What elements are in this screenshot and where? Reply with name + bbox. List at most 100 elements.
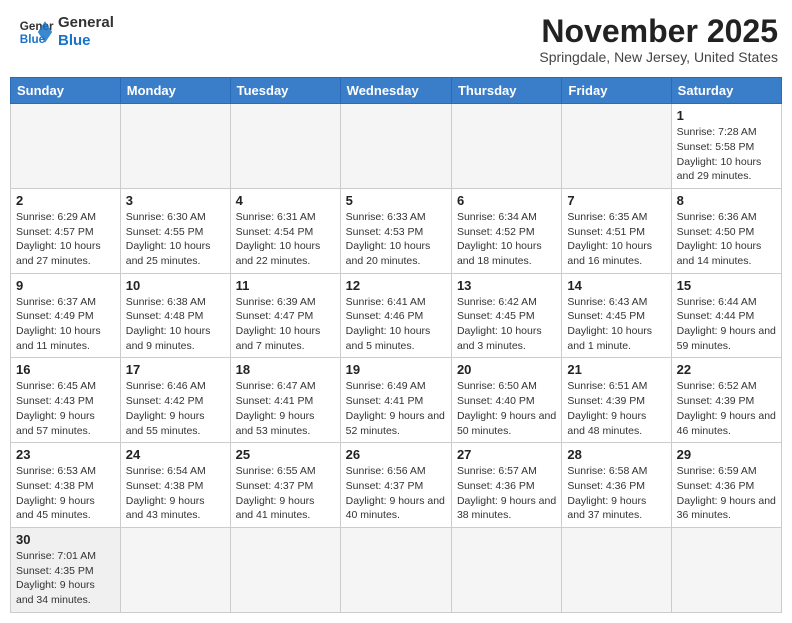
day-info: Sunrise: 6:39 AM Sunset: 4:47 PM Dayligh…	[236, 295, 335, 354]
day-number: 23	[16, 447, 115, 462]
calendar-cell: 10 Sunrise: 6:38 AM Sunset: 4:48 PM Dayli…	[120, 273, 230, 358]
calendar-cell: 15Sunrise: 6:44 AM Sunset: 4:44 PM Dayli…	[671, 273, 781, 358]
day-number: 15	[677, 278, 776, 293]
day-info: Sunrise: 6:54 AM Sunset: 4:38 PM Dayligh…	[126, 464, 225, 523]
calendar-cell	[340, 104, 451, 189]
calendar-cell: 2 Sunrise: 6:29 AM Sunset: 4:57 PM Daylig…	[11, 188, 121, 273]
day-info: Sunrise: 6:59 AM Sunset: 4:36 PM Dayligh…	[677, 464, 776, 523]
day-info: Sunrise: 6:30 AM Sunset: 4:55 PM Dayligh…	[126, 210, 225, 269]
calendar-cell: 1Sunrise: 7:28 AM Sunset: 5:58 PM Daylig…	[671, 104, 781, 189]
day-info: Sunrise: 6:29 AM Sunset: 4:57 PM Dayligh…	[16, 210, 115, 269]
day-number: 8	[677, 193, 776, 208]
calendar-cell: 18Sunrise: 6:47 AM Sunset: 4:41 PM Dayli…	[230, 358, 340, 443]
logo-icon: General Blue	[18, 14, 54, 50]
calendar-cell	[562, 104, 671, 189]
day-number: 10	[126, 278, 225, 293]
day-info: Sunrise: 6:38 AM Sunset: 4:48 PM Dayligh…	[126, 295, 225, 354]
calendar-cell: 7 Sunrise: 6:35 AM Sunset: 4:51 PM Daylig…	[562, 188, 671, 273]
calendar-cell: 20Sunrise: 6:50 AM Sunset: 4:40 PM Dayli…	[451, 358, 561, 443]
day-number: 13	[457, 278, 556, 293]
month-title: November 2025	[539, 14, 778, 49]
calendar-week-row: 9Sunrise: 6:37 AM Sunset: 4:49 PM Daylig…	[11, 273, 782, 358]
day-number: 12	[346, 278, 446, 293]
calendar-cell	[340, 527, 451, 612]
day-info: Sunrise: 6:37 AM Sunset: 4:49 PM Dayligh…	[16, 295, 115, 354]
day-number: 6	[457, 193, 556, 208]
day-number: 5	[346, 193, 446, 208]
calendar-cell: 6 Sunrise: 6:34 AM Sunset: 4:52 PM Daylig…	[451, 188, 561, 273]
weekday-header-tuesday: Tuesday	[230, 78, 340, 104]
calendar-cell: 16 Sunrise: 6:45 AM Sunset: 4:43 PM Dayli…	[11, 358, 121, 443]
calendar-cell: 14 Sunrise: 6:43 AM Sunset: 4:45 PM Dayli…	[562, 273, 671, 358]
day-number: 14	[567, 278, 665, 293]
day-info: Sunrise: 6:45 AM Sunset: 4:43 PM Dayligh…	[16, 379, 115, 438]
day-info: Sunrise: 6:36 AM Sunset: 4:50 PM Dayligh…	[677, 210, 776, 269]
calendar-cell	[562, 527, 671, 612]
logo: General Blue General Blue	[18, 14, 114, 50]
day-info: Sunrise: 6:34 AM Sunset: 4:52 PM Dayligh…	[457, 210, 556, 269]
day-info: Sunrise: 6:42 AM Sunset: 4:45 PM Dayligh…	[457, 295, 556, 354]
day-number: 11	[236, 278, 335, 293]
day-number: 29	[677, 447, 776, 462]
day-number: 2	[16, 193, 115, 208]
calendar-cell: 17 Sunrise: 6:46 AM Sunset: 4:42 PM Dayli…	[120, 358, 230, 443]
day-number: 18	[236, 362, 335, 377]
day-number: 25	[236, 447, 335, 462]
day-number: 16	[16, 362, 115, 377]
day-info: Sunrise: 6:52 AM Sunset: 4:39 PM Dayligh…	[677, 379, 776, 438]
logo-general: General	[58, 14, 114, 32]
weekday-header-sunday: Sunday	[11, 78, 121, 104]
day-info: Sunrise: 6:46 AM Sunset: 4:42 PM Dayligh…	[126, 379, 225, 438]
day-number: 26	[346, 447, 446, 462]
calendar-cell: 11 Sunrise: 6:39 AM Sunset: 4:47 PM Dayli…	[230, 273, 340, 358]
day-info: Sunrise: 6:49 AM Sunset: 4:41 PM Dayligh…	[346, 379, 446, 438]
calendar-week-row: 2 Sunrise: 6:29 AM Sunset: 4:57 PM Daylig…	[11, 188, 782, 273]
calendar: SundayMondayTuesdayWednesdayThursdayFrid…	[10, 77, 782, 613]
day-number: 21	[567, 362, 665, 377]
location-title: Springdale, New Jersey, United States	[539, 49, 778, 65]
calendar-cell: 26 Sunrise: 6:56 AM Sunset: 4:37 PM Dayli…	[340, 443, 451, 528]
day-number: 4	[236, 193, 335, 208]
day-info: Sunrise: 6:53 AM Sunset: 4:38 PM Dayligh…	[16, 464, 115, 523]
day-number: 3	[126, 193, 225, 208]
calendar-cell: 12Sunrise: 6:41 AM Sunset: 4:46 PM Dayli…	[340, 273, 451, 358]
day-info: Sunrise: 6:55 AM Sunset: 4:37 PM Dayligh…	[236, 464, 335, 523]
calendar-cell: 27 Sunrise: 6:57 AM Sunset: 4:36 PM Dayli…	[451, 443, 561, 528]
calendar-week-row: 1Sunrise: 7:28 AM Sunset: 5:58 PM Daylig…	[11, 104, 782, 189]
day-number: 27	[457, 447, 556, 462]
day-info: Sunrise: 6:56 AM Sunset: 4:37 PM Dayligh…	[346, 464, 446, 523]
header: General Blue General Blue November 2025 …	[10, 10, 782, 69]
calendar-cell: 9Sunrise: 6:37 AM Sunset: 4:49 PM Daylig…	[11, 273, 121, 358]
calendar-cell: 22 Sunrise: 6:52 AM Sunset: 4:39 PM Dayli…	[671, 358, 781, 443]
calendar-cell: 4 Sunrise: 6:31 AM Sunset: 4:54 PM Daylig…	[230, 188, 340, 273]
day-number: 17	[126, 362, 225, 377]
title-area: November 2025 Springdale, New Jersey, Un…	[539, 14, 778, 65]
calendar-cell: 30Sunrise: 7:01 AM Sunset: 4:35 PM Dayli…	[11, 527, 121, 612]
calendar-week-row: 30Sunrise: 7:01 AM Sunset: 4:35 PM Dayli…	[11, 527, 782, 612]
calendar-cell	[120, 104, 230, 189]
day-info: Sunrise: 6:33 AM Sunset: 4:53 PM Dayligh…	[346, 210, 446, 269]
calendar-cell	[11, 104, 121, 189]
day-number: 20	[457, 362, 556, 377]
day-number: 28	[567, 447, 665, 462]
day-number: 30	[16, 532, 115, 547]
calendar-week-row: 23 Sunrise: 6:53 AM Sunset: 4:38 PM Dayli…	[11, 443, 782, 528]
day-number: 22	[677, 362, 776, 377]
day-info: Sunrise: 6:57 AM Sunset: 4:36 PM Dayligh…	[457, 464, 556, 523]
weekday-header-saturday: Saturday	[671, 78, 781, 104]
calendar-cell: 25 Sunrise: 6:55 AM Sunset: 4:37 PM Dayli…	[230, 443, 340, 528]
day-number: 7	[567, 193, 665, 208]
weekday-header-thursday: Thursday	[451, 78, 561, 104]
calendar-cell: 5 Sunrise: 6:33 AM Sunset: 4:53 PM Daylig…	[340, 188, 451, 273]
calendar-header-row: SundayMondayTuesdayWednesdayThursdayFrid…	[11, 78, 782, 104]
day-info: Sunrise: 7:28 AM Sunset: 5:58 PM Dayligh…	[677, 125, 776, 184]
day-info: Sunrise: 6:31 AM Sunset: 4:54 PM Dayligh…	[236, 210, 335, 269]
calendar-cell: 8 Sunrise: 6:36 AM Sunset: 4:50 PM Daylig…	[671, 188, 781, 273]
calendar-cell: 24Sunrise: 6:54 AM Sunset: 4:38 PM Dayli…	[120, 443, 230, 528]
day-info: Sunrise: 6:43 AM Sunset: 4:45 PM Dayligh…	[567, 295, 665, 354]
calendar-cell: 21Sunrise: 6:51 AM Sunset: 4:39 PM Dayli…	[562, 358, 671, 443]
day-info: Sunrise: 6:35 AM Sunset: 4:51 PM Dayligh…	[567, 210, 665, 269]
weekday-header-friday: Friday	[562, 78, 671, 104]
weekday-header-monday: Monday	[120, 78, 230, 104]
weekday-header-wednesday: Wednesday	[340, 78, 451, 104]
